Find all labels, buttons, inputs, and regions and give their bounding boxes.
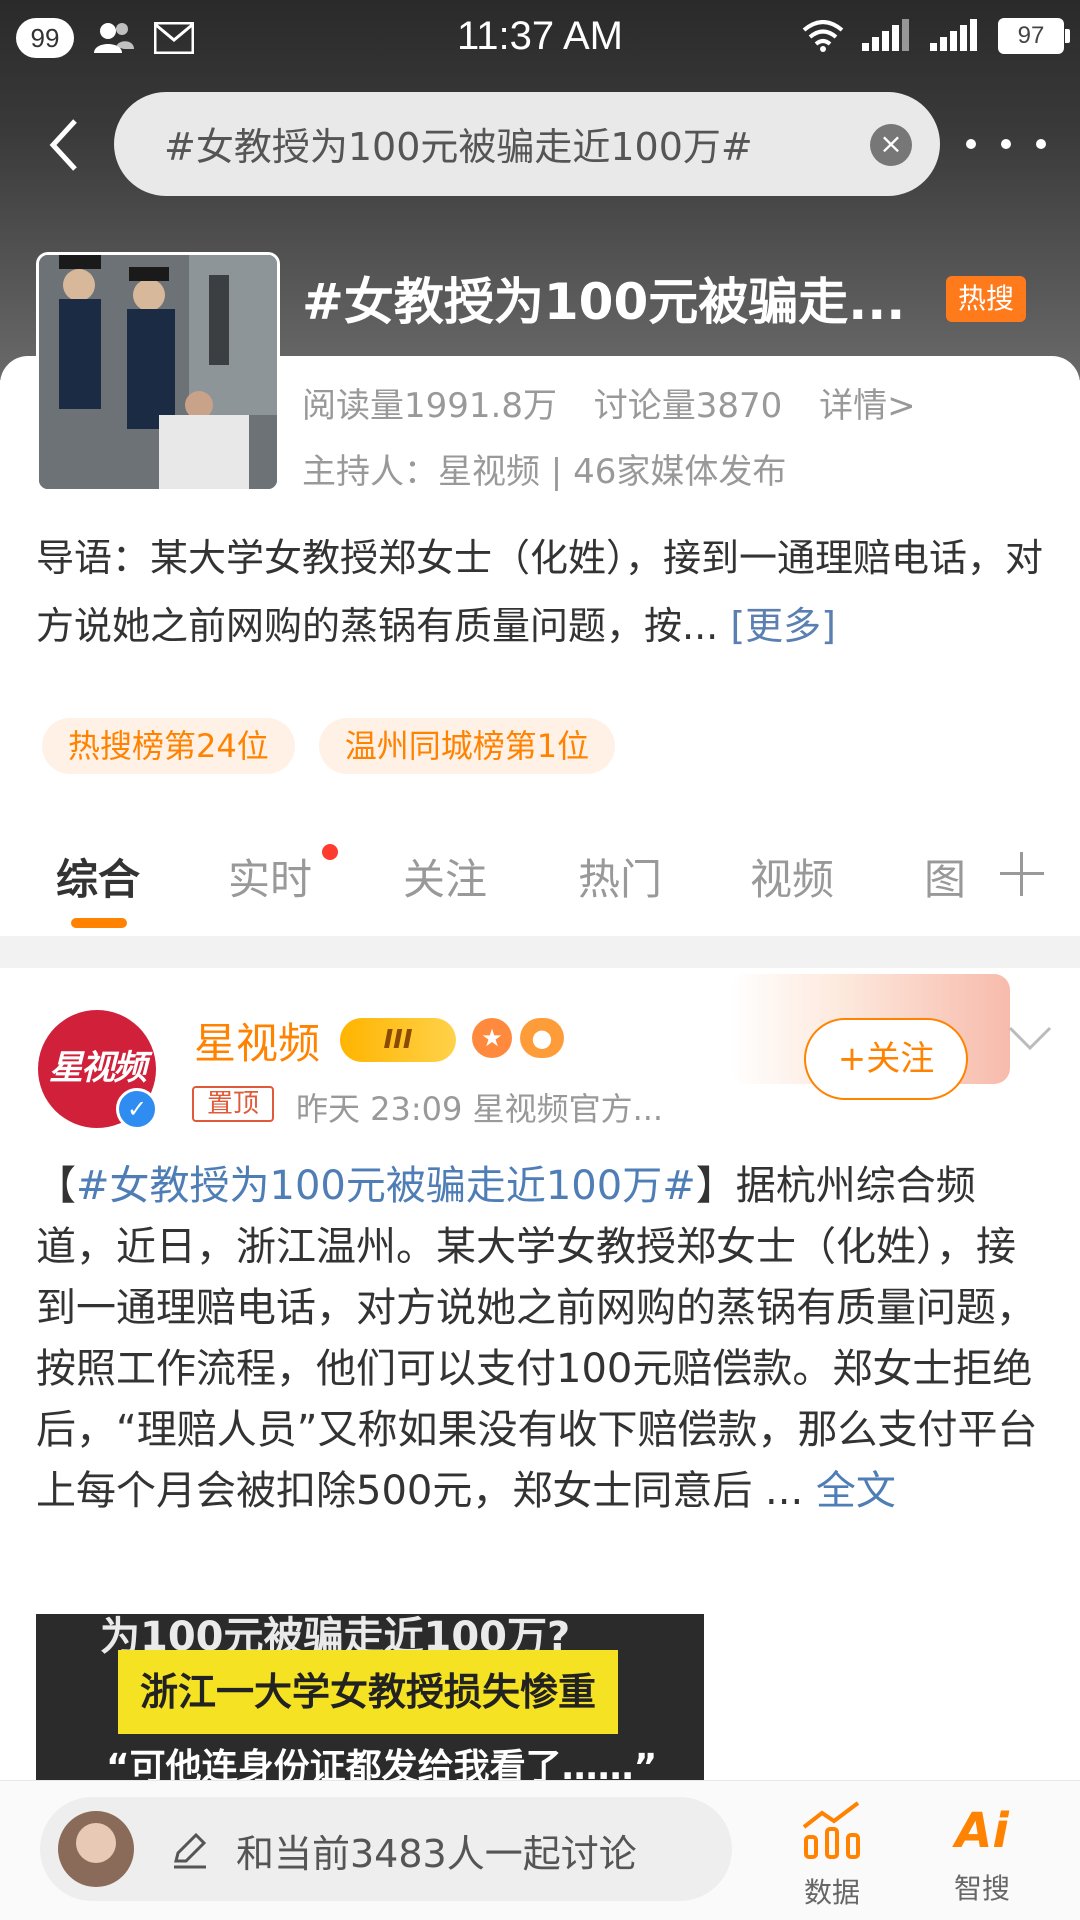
more-dot xyxy=(1001,139,1011,149)
tab-video[interactable]: 视频 xyxy=(750,846,834,907)
active-tab-indicator xyxy=(71,918,127,928)
search-query-text: #女教授为100元被骗走近100万# xyxy=(164,125,753,169)
user-avatar xyxy=(58,1811,134,1887)
back-arrow-icon xyxy=(49,119,77,171)
post-video-thumbnail[interactable]: 为100元被骗走近100万? 浙江一大学女教授损失惨重 “可他连身份证都发给我看… xyxy=(36,1614,704,1780)
topic-host: 主持人：星视频 | 46家媒体发布 xyxy=(302,452,787,492)
video-caption-banner: 浙江一大学女教授损失惨重 xyxy=(118,1650,618,1734)
tab-following[interactable]: 关注 xyxy=(403,846,487,907)
data-chart-icon xyxy=(802,1801,860,1859)
topic-stats: 阅读量1991.8万 讨论量3870 详情> xyxy=(302,378,942,427)
signal-icon-sim1 xyxy=(930,19,977,51)
topic-lead-text: 导语：某大学女教授郑女士（化姓），接到一通理赔电话，对方说她之前网购的蒸锅有质量… xyxy=(36,536,1044,648)
smart-search-button[interactable]: Ai 智搜 xyxy=(922,1801,1042,1907)
post-text-open: 【 xyxy=(36,1163,76,1209)
discussion-input[interactable]: 和当前3483人一起讨论 xyxy=(40,1797,732,1901)
post-text-body: 】据杭州综合频道，近日，浙江温州。某大学女教授郑女士（化姓），接到一通理赔电话，… xyxy=(36,1163,1038,1514)
tab-bar: 综合 实时 关注 热门 视频 图 xyxy=(0,832,1080,942)
author-name[interactable]: 星视频 xyxy=(194,1010,320,1071)
wifi-icon xyxy=(802,20,844,52)
topic-lead: 导语：某大学女教授郑女士（化姓），接到一通理赔电话，对方说她之前网购的蒸锅有质量… xyxy=(36,524,1046,660)
video-caption-quote: “可他连身份证都发给我看了……” xyxy=(106,1747,658,1780)
details-link[interactable]: 详情> xyxy=(819,386,916,426)
rank-tag-city[interactable]: 温州同城榜第1位 xyxy=(318,718,616,774)
smart-search-label: 智搜 xyxy=(953,1872,1010,1905)
tab-hot[interactable]: 热门 xyxy=(578,846,662,907)
post-text: 【#女教授为100元被骗走近100万#】据杭州综合频道，近日，浙江温州。某大学女… xyxy=(36,1156,1046,1522)
tab-comprehensive[interactable]: 综合 xyxy=(56,846,140,907)
verified-icon: ✓ xyxy=(116,1088,158,1130)
section-divider xyxy=(0,936,1080,968)
pinned-badge: 置顶 xyxy=(192,1086,274,1122)
discussion-count: 讨论量3870 xyxy=(593,386,783,426)
bottom-bar: 和当前3483人一起讨论 数据 Ai 智搜 xyxy=(0,1780,1080,1920)
rank-tags: 热搜榜第24位 温州同城榜第1位 xyxy=(42,718,616,774)
data-button[interactable]: 数据 xyxy=(772,1801,892,1911)
back-button[interactable] xyxy=(38,110,88,180)
read-count: 阅读量1991.8万 xyxy=(302,386,557,426)
full-text-link[interactable]: 全文 xyxy=(816,1468,896,1514)
post-menu-button[interactable] xyxy=(1008,1024,1052,1054)
tab-realtime[interactable]: 实时 xyxy=(228,846,312,907)
battery-indicator: 97 xyxy=(998,18,1070,54)
status-right: 97 xyxy=(802,18,1070,54)
more-dot xyxy=(966,139,976,149)
pen-icon xyxy=(174,1832,207,1869)
lead-more-link[interactable]: [更多] xyxy=(730,604,836,648)
data-label: 数据 xyxy=(803,1876,860,1909)
topic-thumbnail-image xyxy=(39,255,277,489)
new-content-dot xyxy=(322,844,338,860)
clear-search-icon[interactable]: × xyxy=(870,124,912,166)
topic-thumbnail[interactable] xyxy=(36,252,280,492)
fish-icon: ● xyxy=(520,1018,564,1058)
follow-button[interactable]: +关注 xyxy=(804,1018,968,1100)
tab-images[interactable]: 图 xyxy=(924,846,966,907)
ai-icon: Ai xyxy=(955,1803,1009,1859)
more-dot xyxy=(1036,139,1046,149)
add-tab-icon[interactable] xyxy=(1000,852,1044,896)
hot-search-badge: 热搜 xyxy=(946,276,1026,322)
medal-icon: ★ xyxy=(472,1018,512,1058)
signal-icon-sim2 xyxy=(862,19,909,51)
search-row: #女教授为100元被骗走近100万# × xyxy=(0,92,1080,196)
status-bar: 99 11:37 AM 97 xyxy=(0,0,1080,78)
post-hashtag[interactable]: #女教授为100元被骗走近100万# xyxy=(76,1163,696,1209)
author-avatar-logo: 星视频 xyxy=(49,1048,147,1088)
vip-crown-icon: III xyxy=(340,1018,456,1062)
search-input[interactable]: #女教授为100元被骗走近100万# × xyxy=(114,92,940,196)
chevron-down-icon xyxy=(1008,1026,1052,1051)
post-meta: 昨天 23:09 星视频官方... xyxy=(296,1090,664,1128)
more-options-button[interactable] xyxy=(966,122,1046,166)
discussion-placeholder: 和当前3483人一起讨论 xyxy=(236,1832,637,1876)
topic-title: #女教授为100元被骗走... xyxy=(302,273,906,331)
rank-tag-hot-search[interactable]: 热搜榜第24位 xyxy=(42,718,295,774)
